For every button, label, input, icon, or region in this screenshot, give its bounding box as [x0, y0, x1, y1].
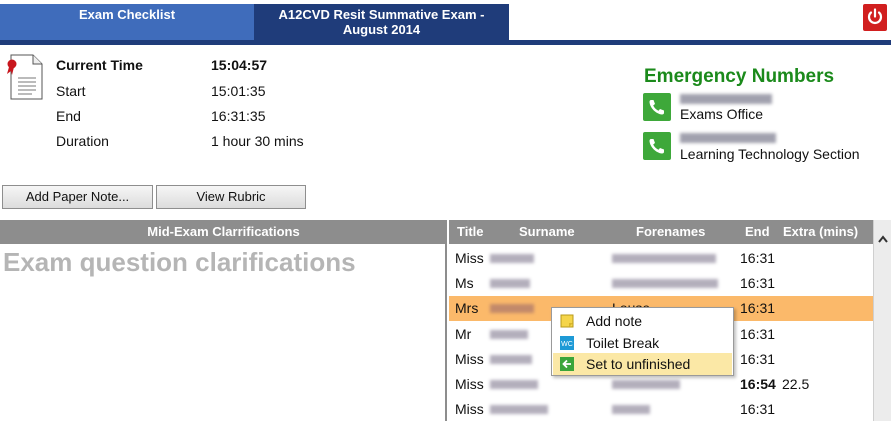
row-title: Miss — [455, 401, 484, 417]
context-menu: Add note WC Toilet Break Set to unfinish… — [551, 307, 734, 376]
menu-item-add-note[interactable]: Add note — [553, 310, 732, 332]
phone-icon — [643, 93, 671, 121]
wc-icon: WC — [560, 336, 574, 350]
redacted-surname — [490, 380, 538, 389]
col-extra[interactable]: Extra (mins) — [783, 220, 858, 244]
clarifications-title: Exam question clarifications — [3, 247, 356, 277]
end-value: 16:31:35 — [211, 108, 266, 124]
tab-exam-checklist[interactable]: Exam Checklist — [0, 4, 254, 40]
svg-text:WC: WC — [561, 341, 573, 348]
chevron-up-icon[interactable] — [877, 233, 889, 247]
table-row[interactable]: Miss 16:31 — [449, 246, 873, 271]
redacted-phone-number — [680, 133, 776, 143]
emergency-numbers-title: Emergency Numbers — [644, 66, 835, 87]
col-title[interactable]: Title — [457, 220, 484, 244]
row-title: Ms — [455, 275, 474, 291]
redacted-surname — [490, 279, 530, 288]
row-title: Mrs — [455, 300, 479, 316]
row-end: 16:31 — [740, 401, 776, 417]
col-end[interactable]: End — [745, 220, 770, 244]
exam-monitor-window: Exam Checklist A12CVD Resit Summative Ex… — [0, 0, 891, 421]
tab-exam-title[interactable]: A12CVD Resit Summative Exam - August 201… — [254, 4, 509, 40]
row-end: 16:31 — [740, 300, 776, 316]
row-end: 16:54 — [740, 376, 776, 392]
table-row[interactable]: Ms 16:31 — [449, 271, 873, 296]
table-row[interactable]: Miss 16:31 — [449, 397, 873, 421]
menu-item-label: Add note — [586, 313, 643, 329]
row-end: 16:31 — [740, 326, 776, 342]
row-end: 16:31 — [740, 250, 776, 266]
menu-item-set-unfinished[interactable]: Set to unfinished — [553, 353, 732, 375]
redacted-forenames — [612, 279, 718, 288]
exams-office-label: Exams Office — [680, 106, 763, 122]
redacted-phone-number — [680, 94, 772, 104]
tab-exam-checklist-label: Exam Checklist — [78, 7, 176, 22]
row-title: Mr — [455, 326, 472, 342]
power-icon — [867, 8, 883, 24]
col-surname[interactable]: Surname — [519, 220, 575, 244]
tab-bar-underline — [0, 40, 891, 45]
start-label: Start — [56, 83, 86, 99]
back-arrow-icon — [560, 357, 574, 371]
redacted-surname — [490, 304, 534, 313]
redacted-forenames — [612, 254, 716, 263]
row-extra: 22.5 — [782, 376, 810, 392]
redacted-forenames — [612, 405, 650, 414]
redacted-surname — [490, 254, 534, 263]
exam-paper-icon — [7, 54, 43, 100]
view-rubric-button[interactable]: View Rubric — [156, 185, 306, 209]
redacted-forenames — [612, 380, 680, 389]
row-title: Miss — [455, 351, 484, 367]
redacted-surname — [490, 405, 548, 414]
power-button[interactable] — [863, 4, 887, 31]
note-icon — [560, 314, 574, 328]
duration-label: Duration — [56, 133, 109, 149]
redacted-surname — [490, 355, 532, 364]
current-time-value: 15:04:57 — [211, 57, 268, 73]
row-title: Miss — [455, 376, 484, 392]
phone-icon — [643, 132, 671, 160]
end-label: End — [56, 108, 81, 124]
add-paper-note-button[interactable]: Add Paper Note... — [2, 185, 153, 209]
duration-value: 1 hour 30 mins — [211, 133, 304, 149]
row-end: 16:31 — [740, 275, 776, 291]
row-title: Miss — [455, 250, 484, 266]
menu-item-toilet-break[interactable]: WC Toilet Break — [553, 332, 732, 354]
clarifications-header: Mid-Exam Clarrifications — [0, 220, 447, 244]
redacted-surname — [490, 330, 528, 339]
table-scrollbar[interactable] — [873, 220, 891, 421]
current-time-label: Current Time — [56, 57, 143, 73]
tab-exam-title-line1: A12CVD Resit Summative Exam - — [278, 7, 485, 22]
col-forenames[interactable]: Forenames — [636, 220, 705, 244]
menu-item-label: Set to unfinished — [586, 356, 691, 372]
start-value: 15:01:35 — [211, 83, 266, 99]
tab-bar: Exam Checklist A12CVD Resit Summative Ex… — [0, 0, 891, 45]
menu-item-label: Toilet Break — [586, 335, 660, 351]
row-end: 16:31 — [740, 351, 776, 367]
tab-exam-title-line2: August 2014 — [342, 22, 421, 37]
learning-technology-label: Learning Technology Section — [680, 146, 860, 162]
